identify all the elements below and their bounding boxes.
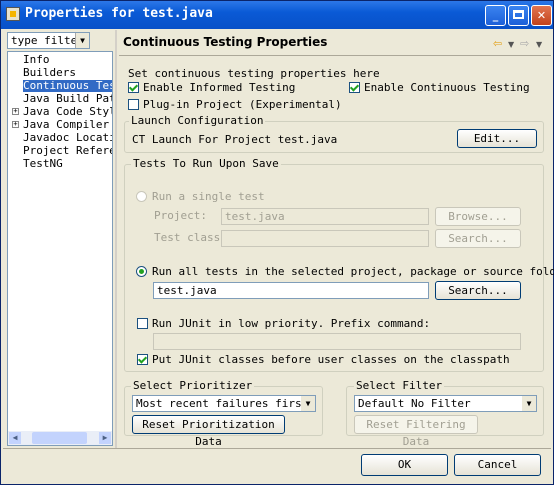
title-bar[interactable]: Properties for test.java _ ✕ [1, 1, 553, 29]
scroll-right-icon[interactable]: ▶ [99, 432, 111, 444]
pane-divider[interactable] [115, 30, 117, 448]
tree-item-java-compiler[interactable]: Java Compiler [23, 119, 109, 131]
tree-item-testng[interactable]: TestNG [23, 158, 63, 170]
page-title: Continuous Testing Properties [123, 35, 328, 49]
tree-item-info[interactable]: Info [23, 54, 50, 66]
reset-filtering-button[interactable]: Reset Filtering Data [354, 415, 478, 448]
plugin-project-checkbox[interactable] [128, 99, 139, 110]
intro-text: Set continuous testing properties here [128, 67, 380, 80]
type-filter-text: type filter [11, 34, 84, 47]
forward-arrow-icon[interactable]: ⇨ [520, 37, 529, 50]
minimize-button[interactable]: _ [485, 5, 506, 26]
junit-first-checkbox[interactable] [137, 354, 148, 365]
test-class-label: Test class: [154, 231, 227, 244]
chevron-down-icon[interactable]: ▼ [75, 33, 89, 48]
prefix-command-field[interactable] [153, 333, 521, 350]
maximize-button[interactable] [508, 5, 529, 26]
tests-group-label: Tests To Run Upon Save [131, 157, 281, 170]
single-test-radio[interactable] [136, 191, 147, 202]
prioritizer-group-label: Select Prioritizer [131, 379, 255, 392]
properties-dialog: Properties for test.java _ ✕ type filter… [0, 0, 554, 485]
page-header: Continuous Testing Properties ⇦ ▼ ⇨ ▼ [119, 32, 549, 54]
browse-button[interactable]: Browse... [435, 207, 521, 226]
edit-button[interactable]: Edit... [457, 129, 537, 148]
expand-icon[interactable]: + [12, 121, 19, 128]
back-arrow-icon[interactable]: ⇦ [493, 37, 502, 50]
window-title: Properties for test.java [25, 6, 213, 21]
reset-prioritization-button[interactable]: Reset Prioritization Data [132, 415, 285, 448]
tree-item-java-code-style[interactable]: Java Code Style [23, 106, 112, 118]
forward-menu-icon[interactable]: ▼ [536, 40, 542, 49]
junit-first-label: Put JUnit classes before user classes on… [152, 353, 510, 366]
low-priority-checkbox[interactable] [137, 318, 148, 329]
launch-configuration-text: CT Launch For Project test.java [132, 133, 338, 146]
horizontal-scrollbar[interactable]: ◀ ▶ [8, 431, 112, 445]
header-divider [119, 55, 551, 56]
tree-item-project-references[interactable]: Project Referen [23, 145, 112, 157]
tree-item-builders[interactable]: Builders [23, 67, 76, 79]
button-bar-divider [3, 448, 551, 449]
type-filter-input[interactable]: type filter ▼ [7, 32, 90, 49]
chevron-down-icon[interactable]: ▼ [301, 396, 315, 411]
project-field[interactable]: test.java [221, 208, 429, 225]
all-tests-label: Run all tests in the selected project, p… [152, 265, 554, 278]
property-page-tree[interactable]: Info Builders Continuous Test Java Build… [7, 51, 113, 446]
tree-item-continuous-test[interactable]: Continuous Test [23, 80, 112, 92]
test-class-field[interactable] [221, 230, 429, 247]
continuous-testing-label: Enable Continuous Testing [364, 81, 530, 94]
maximize-icon [513, 10, 524, 19]
filter-select[interactable]: Default No Filter ▼ [354, 395, 537, 412]
expand-icon[interactable]: + [12, 108, 19, 115]
all-tests-radio[interactable] [136, 266, 147, 277]
single-test-label: Run a single test [152, 190, 265, 203]
plugin-project-label: Plug-in Project (Experimental) [143, 98, 342, 111]
continuous-testing-checkbox[interactable] [349, 82, 360, 93]
tree-item-java-build-path[interactable]: Java Build Path [23, 93, 112, 105]
filter-selected: Default No Filter [358, 397, 471, 410]
tree-item-javadoc-location[interactable]: Javadoc Location [23, 132, 112, 144]
launch-configuration-label: Launch Configuration [129, 114, 266, 127]
prioritizer-select[interactable]: Most recent failures first ▼ [132, 395, 316, 412]
informed-testing-label: Enable Informed Testing [143, 81, 296, 94]
search-folder-button[interactable]: Search... [435, 281, 521, 300]
window-icon [6, 7, 20, 21]
low-priority-label: Run JUnit in low priority. Prefix comman… [152, 317, 431, 330]
filter-group-label: Select Filter [354, 379, 445, 392]
scroll-thumb[interactable] [32, 432, 87, 444]
project-label: Project: [154, 209, 207, 222]
informed-testing-checkbox[interactable] [128, 82, 139, 93]
back-menu-icon[interactable]: ▼ [508, 40, 514, 49]
chevron-down-icon[interactable]: ▼ [522, 396, 536, 411]
cancel-button[interactable]: Cancel [454, 454, 541, 476]
prioritizer-selected: Most recent failures first [136, 397, 309, 410]
search-test-class-button[interactable]: Search... [435, 229, 521, 248]
scroll-left-icon[interactable]: ◀ [9, 432, 21, 444]
ok-button[interactable]: OK [361, 454, 448, 476]
close-button[interactable]: ✕ [531, 5, 552, 26]
all-tests-field[interactable]: test.java [153, 282, 429, 299]
